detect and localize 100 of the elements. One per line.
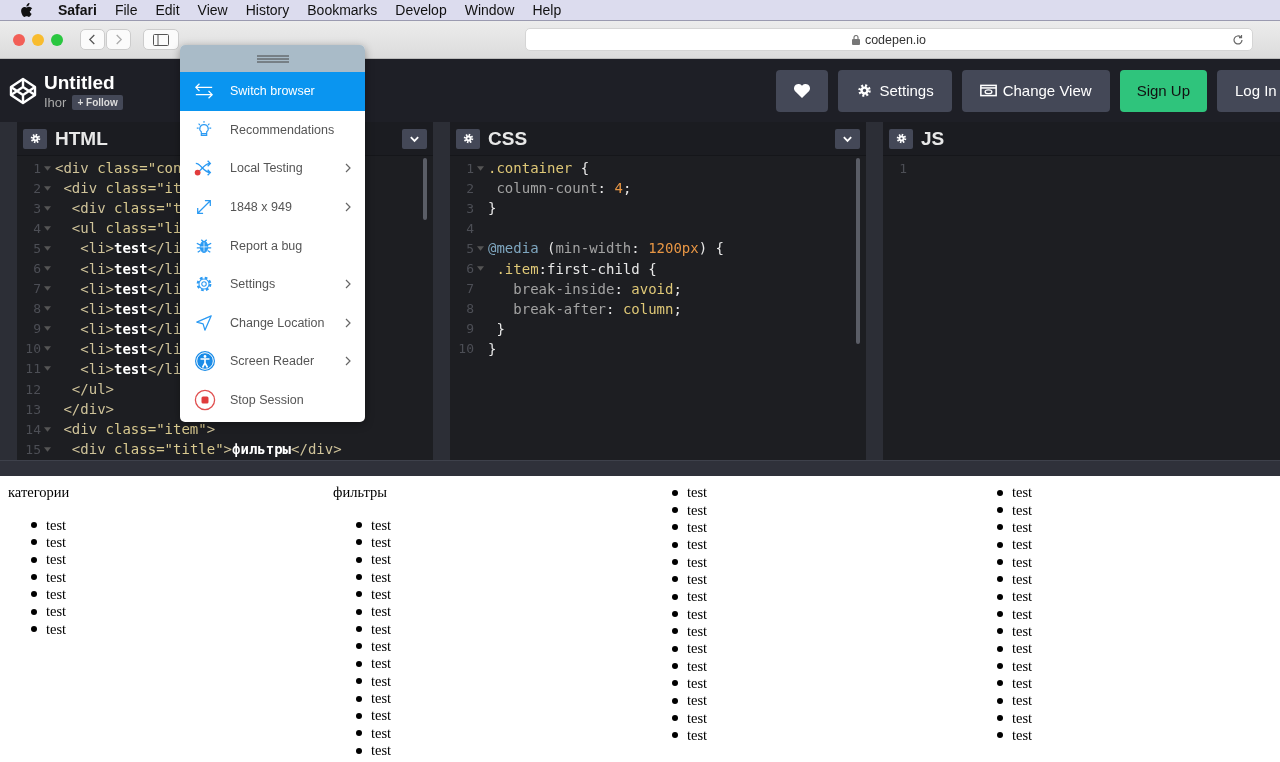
bullet-icon — [672, 645, 678, 652]
settings-button[interactable] — [889, 128, 913, 149]
code-line: <li>test</li — [79, 280, 182, 297]
list-item: test — [1012, 570, 1033, 588]
code-line: <div class="con — [55, 160, 182, 177]
sign-up-button[interactable]: Sign Up — [1119, 69, 1207, 112]
fold-arrow-icon[interactable] — [44, 225, 51, 231]
reload-icon[interactable] — [1232, 33, 1244, 46]
settings-button[interactable]: Settings — [838, 69, 952, 112]
bullet-icon — [997, 663, 1003, 670]
follow-button[interactable]: + Follow — [72, 94, 123, 110]
fold-arrow-icon[interactable] — [477, 165, 484, 171]
dropdown-button[interactable] — [402, 128, 427, 149]
code-line: break-after: column; — [512, 300, 682, 317]
change-view-button[interactable]: Change View — [961, 69, 1110, 112]
fold-arrow-icon[interactable] — [44, 245, 51, 251]
swap-arrows-icon — [194, 82, 214, 101]
menu-item[interactable]: Local Testing — [180, 149, 365, 188]
bullet-icon — [672, 732, 678, 739]
address-text: codepen.io — [864, 32, 927, 47]
dropdown-button[interactable] — [835, 128, 860, 149]
fold-arrow-icon[interactable] — [44, 286, 51, 292]
menu-item[interactable]: Help — [532, 2, 562, 18]
menu-item[interactable]: Develop — [395, 2, 447, 18]
chevron-right-icon — [114, 33, 123, 46]
list-item: test — [371, 568, 392, 586]
forward-button[interactable] — [106, 29, 131, 50]
menu-item[interactable]: 1848 x 949 — [180, 187, 365, 227]
resize-bar[interactable] — [0, 460, 1280, 476]
settings-button[interactable] — [23, 128, 47, 149]
cube-logo-icon[interactable] — [8, 75, 38, 106]
menu-item[interactable]: Window — [464, 2, 515, 18]
list-item: test — [1012, 588, 1033, 606]
address-bar[interactable]: codepen.io — [525, 28, 1253, 51]
bullet-icon — [31, 591, 37, 598]
minimize-button[interactable] — [32, 33, 44, 46]
close-button[interactable] — [13, 33, 25, 46]
menu-item[interactable]: View — [197, 2, 228, 18]
code-line: <li>test</li — [79, 361, 182, 377]
menu-item[interactable]: Report a bug — [180, 226, 365, 265]
log-in-button[interactable]: Log In — [1217, 69, 1280, 112]
menu-item[interactable]: Safari — [58, 2, 97, 18]
bullet-icon — [997, 559, 1003, 566]
list-item: test — [371, 620, 392, 638]
menu-item[interactable]: Stop Session — [180, 380, 365, 420]
list-item: test — [46, 585, 67, 603]
back-button[interactable] — [80, 29, 105, 50]
menu-item[interactable]: Recommendations — [180, 110, 365, 150]
fold-arrow-icon[interactable] — [44, 306, 51, 312]
bullet-icon — [31, 556, 37, 563]
drag-handle[interactable] — [180, 45, 365, 72]
fold-arrow-icon[interactable] — [44, 205, 51, 211]
heart-icon — [793, 82, 812, 99]
zoom-button[interactable] — [51, 33, 63, 46]
bullet-icon — [672, 663, 678, 670]
list-item: test — [687, 727, 708, 744]
fold-arrow-icon[interactable] — [44, 185, 51, 191]
fold-arrow-icon[interactable] — [477, 266, 484, 271]
code-line: .container { — [488, 160, 590, 177]
settings-button[interactable] — [456, 128, 480, 149]
fold-arrow-icon[interactable] — [44, 366, 51, 372]
code-line: break-inside: avoid; — [512, 280, 682, 297]
fold-arrow-icon[interactable] — [44, 426, 51, 432]
heart-button[interactable] — [776, 69, 829, 112]
bullet-icon — [997, 680, 1003, 687]
bullet-icon — [356, 556, 362, 563]
list-item: test — [371, 516, 392, 534]
fold-arrow-icon[interactable] — [44, 346, 51, 352]
list-item: test — [687, 674, 708, 692]
menu-item[interactable]: Settings — [180, 264, 365, 304]
fold-arrow-icon[interactable] — [44, 326, 51, 332]
menu-item[interactable]: File — [114, 2, 138, 18]
fold-arrow-icon[interactable] — [44, 266, 51, 271]
menu-item[interactable]: Bookmarks — [307, 2, 378, 18]
bullet-icon — [997, 715, 1003, 722]
list-item: test — [687, 570, 708, 588]
bullet-icon — [31, 574, 37, 581]
heading-text: категории — [8, 484, 71, 502]
menu-item[interactable]: Change Location — [180, 303, 365, 343]
fold-arrow-icon[interactable] — [44, 446, 51, 452]
list-item: test — [371, 603, 392, 621]
menu-item[interactable]: History — [245, 2, 290, 18]
gear-icon — [462, 133, 474, 144]
bullet-icon — [997, 732, 1003, 739]
list-item: test — [1012, 622, 1033, 640]
bullet-icon — [356, 695, 362, 702]
sidebar-button[interactable] — [143, 29, 179, 50]
bullet-icon — [672, 541, 678, 548]
code-line: } — [495, 320, 505, 337]
navigation-arrow-icon — [194, 313, 214, 332]
code-line: <li>test</li — [79, 240, 182, 257]
menu-item[interactable]: Screen Reader — [180, 342, 365, 381]
author-name[interactable]: Ihor — [44, 94, 67, 110]
shuffle-icon — [194, 159, 214, 178]
apple-icon[interactable] — [20, 2, 33, 18]
bullet-icon — [356, 522, 362, 529]
list-item: test — [1012, 553, 1033, 571]
fold-arrow-icon[interactable] — [477, 245, 484, 251]
menu-item[interactable]: Edit — [155, 2, 180, 18]
fold-arrow-icon[interactable] — [44, 165, 51, 171]
